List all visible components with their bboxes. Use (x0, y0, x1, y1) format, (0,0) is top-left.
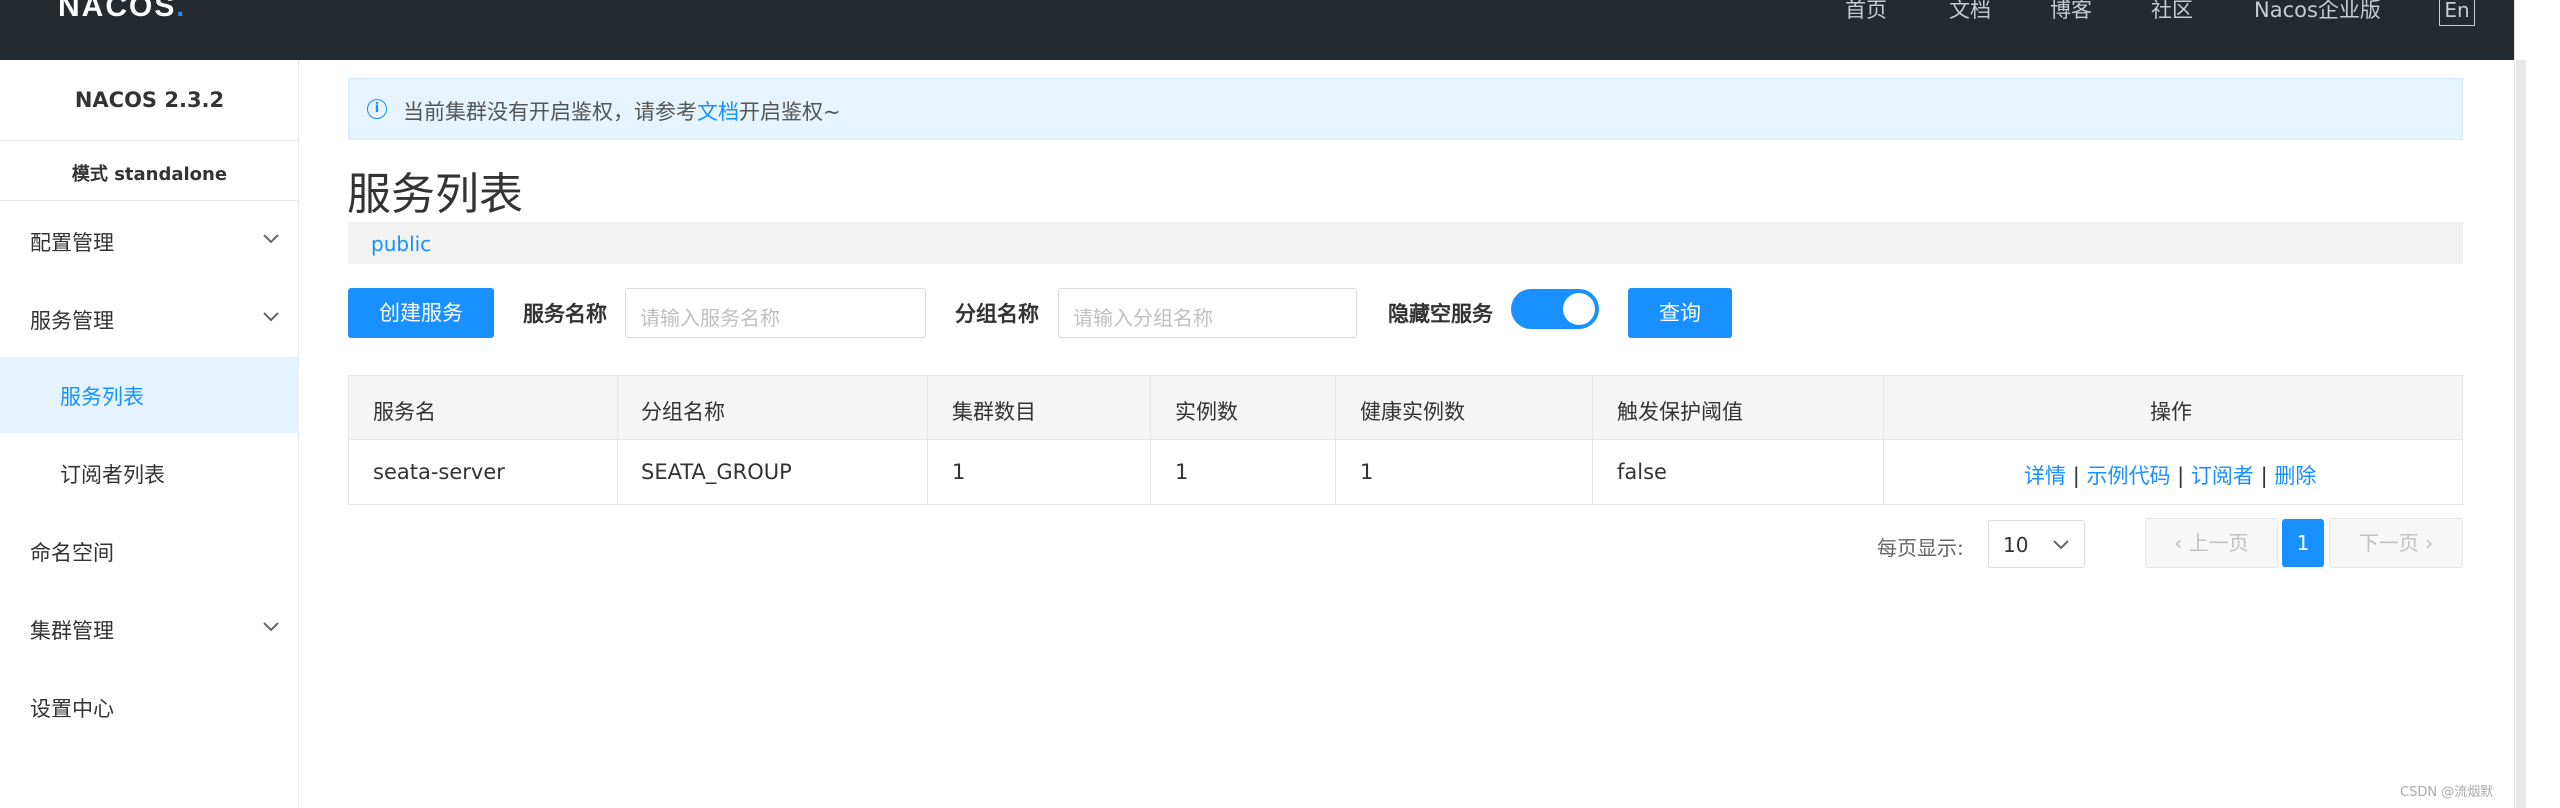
header-group-name: 分组名称 (641, 400, 725, 424)
chevron-down-icon (263, 312, 279, 322)
sidebar-item-config-management[interactable]: 配置管理 (0, 203, 299, 279)
top-nav-bar: NACOS. 首页 文档 博客 社区 Nacos企业版 En (0, 0, 2514, 60)
page-title: 服务列表 (347, 169, 523, 220)
column-divider (617, 376, 618, 504)
version-label: NACOS 2.3.2 (74, 88, 225, 112)
nacos-logo[interactable]: NACOS. (58, 0, 186, 26)
chevron-down-icon (263, 622, 279, 632)
cell-healthy-count: 1 (1360, 460, 1374, 484)
hide-empty-label: 隐藏空服务 (1388, 302, 1493, 326)
service-name-input[interactable]: 请输入服务名称 (625, 288, 926, 338)
column-divider (1335, 376, 1336, 504)
column-divider (1592, 376, 1593, 504)
cell-service-name: seata-server (373, 460, 505, 484)
cell-group-name: SEATA_GROUP (641, 460, 792, 484)
nav-enterprise[interactable]: Nacos企业版 (2254, 0, 2381, 24)
row-operations: 详情 | 示例代码 | 订阅者 | 删除 (2024, 464, 2317, 488)
cell-cluster-count: 1 (952, 460, 966, 484)
auth-notice: i 当前集群没有开启鉴权，请参考文档开启鉴权~ (348, 78, 2463, 140)
sample-code-link[interactable]: 示例代码 (2086, 464, 2170, 488)
service-name-label: 服务名称 (523, 302, 607, 326)
header-instance-count: 实例数 (1175, 400, 1238, 424)
prev-page-button[interactable]: ‹ 上一页 (2145, 518, 2278, 568)
sidebar-item-settings[interactable]: 设置中心 (0, 669, 299, 745)
header-operations: 操作 (2150, 400, 2192, 424)
header-service-name: 服务名 (373, 400, 436, 424)
docs-link[interactable]: 文档 (697, 100, 739, 124)
nav-docs[interactable]: 文档 (1949, 0, 1991, 24)
cell-protect-threshold: false (1617, 460, 1667, 484)
chevron-down-icon (2053, 540, 2069, 550)
sidebar-item-label: 服务列表 (60, 385, 144, 409)
nav-blog[interactable]: 博客 (2050, 0, 2092, 24)
detail-link[interactable]: 详情 (2024, 464, 2066, 488)
sidebar-item-namespace[interactable]: 命名空间 (0, 513, 299, 589)
language-switch-button[interactable]: En (2439, 0, 2475, 26)
next-page-button[interactable]: 下一页 › (2329, 518, 2463, 568)
header-healthy-count: 健康实例数 (1360, 400, 1465, 424)
cell-instance-count: 1 (1175, 460, 1189, 484)
group-name-input[interactable]: 请输入分组名称 (1058, 288, 1357, 338)
watermark: CSDN @流烟默 (2400, 785, 2494, 800)
group-name-placeholder: 请输入分组名称 (1073, 306, 1213, 330)
namespace-bar: public (348, 222, 2463, 264)
query-button[interactable]: 查询 (1628, 288, 1732, 338)
sidebar: NACOS 2.3.2 模式 standalone 配置管理 服务管理 服务列表… (0, 60, 299, 808)
service-table: 服务名 分组名称 集群数目 实例数 健康实例数 触发保护阈值 操作 seata-… (348, 375, 2463, 505)
sidebar-item-label: 服务管理 (30, 309, 114, 333)
chevron-down-icon (263, 234, 279, 244)
chevron-left-icon: ‹ (2174, 531, 2189, 555)
sidebar-item-subscriber-list[interactable]: 订阅者列表 (0, 435, 299, 511)
column-divider (927, 376, 928, 504)
per-page-label: 每页显示: (1877, 536, 1964, 560)
column-divider (1883, 376, 1884, 504)
subscriber-link[interactable]: 订阅者 (2191, 464, 2254, 488)
sidebar-item-service-list[interactable]: 服务列表 (0, 357, 299, 433)
sidebar-divider (0, 140, 299, 141)
per-page-value: 10 (2003, 533, 2029, 557)
notice-text: 当前集群没有开启鉴权，请参考文档开启鉴权~ (403, 96, 841, 126)
logo-text: NACOS (58, 0, 177, 23)
column-divider (1150, 376, 1151, 504)
next-label: 下一页 (2358, 531, 2419, 555)
notice-text-before: 当前集群没有开启鉴权，请参考 (403, 100, 697, 124)
header-cluster-count: 集群数目 (952, 400, 1036, 424)
nav-community[interactable]: 社区 (2151, 0, 2193, 24)
header-protect-threshold: 触发保护阈值 (1617, 400, 1743, 424)
delete-link[interactable]: 删除 (2274, 464, 2316, 488)
per-page-select[interactable]: 10 (1988, 520, 2085, 568)
create-service-button[interactable]: 创建服务 (348, 288, 494, 338)
chevron-right-icon: › (2418, 531, 2434, 555)
group-name-label: 分组名称 (955, 302, 1039, 326)
sidebar-item-label: 命名空间 (30, 541, 114, 565)
prev-label: 上一页 (2188, 531, 2249, 555)
info-icon: i (367, 99, 387, 119)
sidebar-item-cluster-management[interactable]: 集群管理 (0, 591, 299, 667)
mode-label: 模式 standalone (71, 164, 228, 185)
sidebar-item-label: 配置管理 (30, 231, 114, 255)
sidebar-item-label: 设置中心 (30, 697, 114, 721)
nav-home[interactable]: 首页 (1845, 0, 1887, 24)
sidebar-item-label: 集群管理 (30, 619, 114, 643)
sidebar-item-service-management[interactable]: 服务管理 (0, 281, 299, 357)
hide-empty-toggle[interactable] (1511, 289, 1599, 329)
sidebar-item-label: 订阅者列表 (60, 463, 165, 487)
namespace-public[interactable]: public (371, 232, 431, 256)
page-scrollbar-thumb[interactable] (2516, 60, 2526, 808)
page-1-button[interactable]: 1 (2282, 519, 2324, 567)
toggle-knob (1563, 293, 1595, 325)
notice-text-after: 开启鉴权~ (739, 100, 841, 124)
sidebar-divider (0, 200, 299, 201)
service-name-placeholder: 请输入服务名称 (640, 306, 780, 330)
